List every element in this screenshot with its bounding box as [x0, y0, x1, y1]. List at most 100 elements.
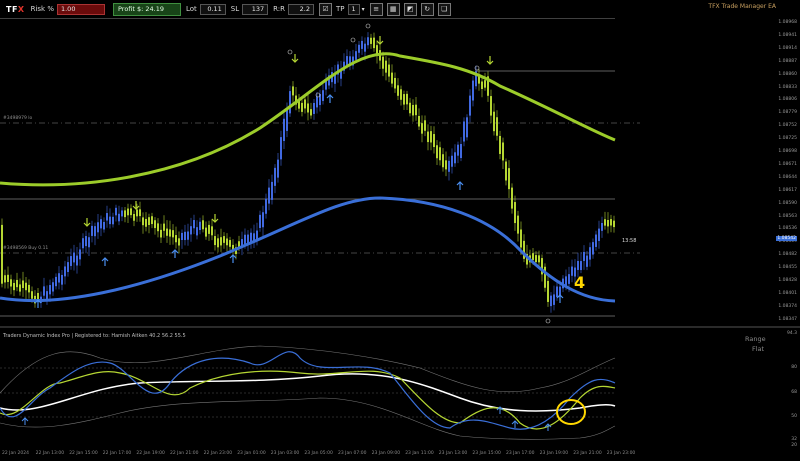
- candle-body: [13, 282, 15, 291]
- price-tick-label: 1.08644: [778, 174, 797, 180]
- candle-body: [142, 217, 144, 226]
- candle-body: [91, 225, 93, 236]
- candle-body: [289, 91, 291, 114]
- candle-body: [109, 216, 111, 225]
- candle-body: [148, 217, 150, 225]
- candle-body: [403, 94, 405, 105]
- chevron-down-icon[interactable]: ▾: [362, 6, 365, 13]
- rr-input[interactable]: 2.2: [288, 3, 315, 15]
- candle-body: [85, 236, 87, 247]
- candle-body: [406, 93, 408, 105]
- price-tick-label: 1.08563: [778, 213, 797, 219]
- tp-select[interactable]: 1: [347, 3, 360, 15]
- candle-body: [505, 161, 507, 181]
- profit-button[interactable]: Profit $: 24.19: [112, 2, 181, 16]
- candle-body: [610, 219, 612, 226]
- candle-body: [61, 274, 63, 285]
- candle-body: [571, 266, 573, 276]
- candle-body: [394, 77, 396, 89]
- time-tick-label: 22 Jan 21:00: [170, 451, 199, 456]
- time-tick-label: 22 Jan 2024: [2, 451, 29, 456]
- candle-body: [499, 135, 501, 154]
- current-price-label: 1.08542: [776, 236, 797, 241]
- price-tick-label: 1.08347: [778, 316, 797, 322]
- candle-body: [577, 260, 579, 270]
- candle-body: [592, 242, 594, 255]
- candle-body: [4, 275, 6, 283]
- candle-body: [316, 96, 318, 108]
- sl-input[interactable]: 137: [242, 3, 269, 15]
- candle-body: [214, 236, 216, 246]
- candle-body: [613, 220, 615, 228]
- candle-body: [538, 255, 540, 263]
- candle-body: [112, 216, 114, 225]
- candle-body: [58, 273, 60, 283]
- candle-body: [259, 214, 261, 228]
- lot-input[interactable]: 0.11: [199, 3, 226, 15]
- buy-arrow-icon: [326, 94, 334, 103]
- candle-body: [19, 284, 21, 292]
- candle-body: [208, 224, 210, 234]
- candle-body: [178, 238, 180, 246]
- sell-arrow-icon: [83, 218, 91, 227]
- candle-body: [436, 145, 438, 159]
- time-tick-label: 22 Jan 17:00: [102, 451, 132, 456]
- price-tick-label: 1.08860: [778, 71, 797, 77]
- swing-marker: [365, 23, 371, 29]
- candle-body: [196, 227, 198, 236]
- candle-body: [127, 208, 129, 216]
- candle-body: [346, 56, 348, 66]
- risk-input[interactable]: 1.00: [56, 3, 105, 15]
- buy-arrow-icon: [171, 249, 179, 258]
- lot-label: Lot: [185, 5, 197, 13]
- candle-body: [301, 102, 303, 112]
- tdi-indicator-chart[interactable]: [0, 328, 772, 448]
- risk-label: Risk %: [30, 5, 54, 13]
- candle-body: [586, 255, 588, 267]
- candle-body: [286, 108, 288, 131]
- candle-body: [355, 51, 357, 60]
- candle-body: [304, 99, 306, 109]
- candle-body: [94, 226, 96, 237]
- tdi-rsi-line: [0, 351, 616, 430]
- candle-body: [595, 234, 597, 247]
- chart-icon[interactable]: ◩: [403, 2, 417, 16]
- level-label-lower: #3498569 Buy 0.11: [3, 246, 49, 251]
- sell-arrow-icon: [486, 56, 494, 65]
- highlight-circle: [556, 399, 586, 425]
- candle-body: [121, 210, 123, 217]
- time-tick-label: 22 Jan 23:00: [203, 451, 233, 456]
- list-icon[interactable]: ≡: [369, 2, 383, 16]
- candle-body: [172, 230, 174, 238]
- price-chart[interactable]: 4: [0, 18, 772, 325]
- candle-body: [607, 220, 609, 227]
- lower-band-line: [0, 196, 616, 303]
- buy-arrow-icon: [511, 420, 519, 428]
- candle-body: [103, 221, 105, 230]
- candle-body: [145, 218, 147, 227]
- candle-body: [322, 90, 324, 101]
- time-tick-label: 23 Jan 19:00: [539, 451, 569, 456]
- candle-body: [199, 221, 201, 231]
- checkbox-icon[interactable]: ☑: [319, 2, 333, 16]
- layers-icon[interactable]: ❏: [437, 2, 451, 16]
- price-tick-label: 1.08401: [778, 290, 797, 296]
- swing-marker: [545, 318, 551, 324]
- price-tick-label: 1.08752: [778, 123, 797, 129]
- candle-body: [1, 224, 3, 284]
- risk-control: Risk % 1.00: [30, 3, 105, 15]
- time-tick-label: 23 Jan 05:00: [304, 451, 333, 456]
- sell-arrow-icon: [291, 54, 299, 63]
- tfx-logo[interactable]: TFX: [6, 5, 25, 14]
- grid-icon[interactable]: ▦: [386, 2, 400, 16]
- indicator-tick-label: 50: [791, 414, 797, 419]
- time-tick-label: 23 Jan 09:00: [371, 451, 401, 456]
- candle-body: [250, 232, 252, 243]
- price-tick-label: 1.08779: [778, 110, 797, 116]
- time-tick-label: 23 Jan 13:00: [438, 451, 468, 456]
- price-tick-label: 1.08428: [778, 278, 797, 283]
- price-tick-label: 1.08536: [778, 226, 797, 232]
- price-tick-label: 1.08671: [778, 161, 797, 167]
- refresh-icon[interactable]: ↻: [420, 2, 434, 16]
- candle-body: [493, 111, 495, 132]
